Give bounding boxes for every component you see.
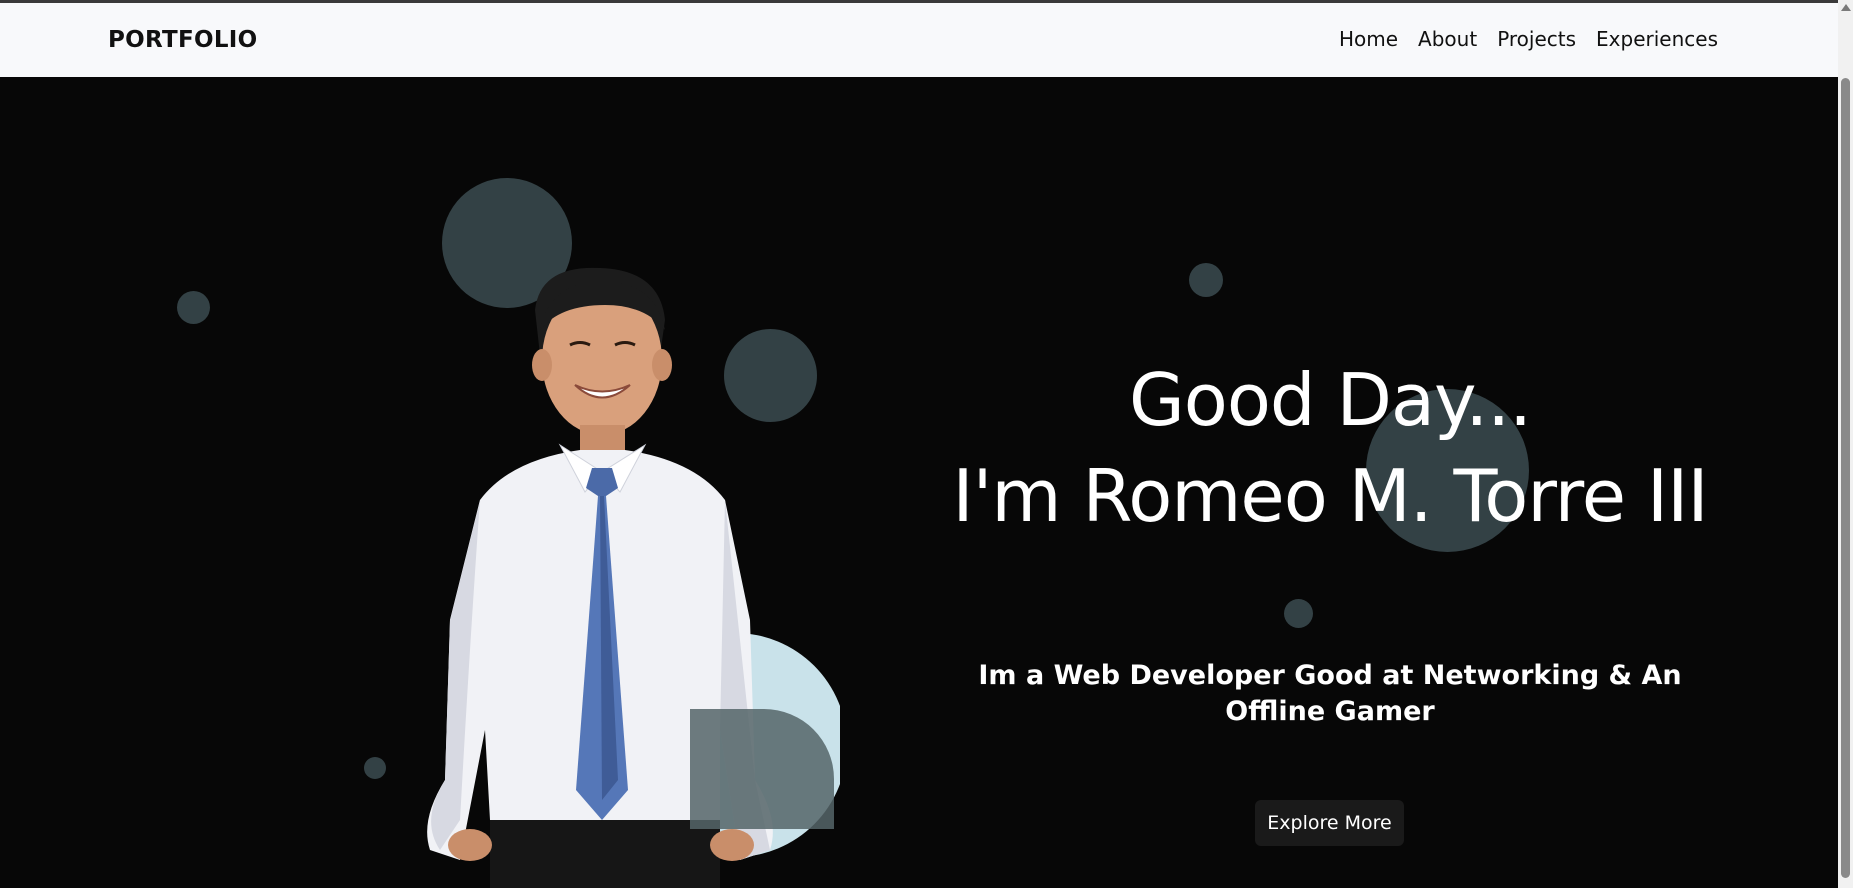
nav-link-home[interactable]: Home xyxy=(1339,27,1398,51)
decor-bubble xyxy=(1284,599,1313,628)
nav-link-projects[interactable]: Projects xyxy=(1497,27,1576,51)
hero-section: Good Day... I'm Romeo M. Torre III Im a … xyxy=(0,77,1838,888)
vertical-scrollbar[interactable] xyxy=(1838,0,1853,888)
decor-bubble xyxy=(177,291,210,324)
hero-greeting: Good Day... xyxy=(1128,358,1532,442)
explore-more-button[interactable]: Explore More xyxy=(1255,800,1404,846)
navbar: PORTFOLIO Home About Projects Experience… xyxy=(0,3,1838,78)
scroll-up-arrow-icon[interactable] xyxy=(1841,4,1851,11)
scrollbar-thumb[interactable] xyxy=(1841,78,1850,878)
hero-headline: Good Day... I'm Romeo M. Torre III xyxy=(940,352,1720,544)
hero-tagline: Im a Web Developer Good at Networking & … xyxy=(978,660,1682,727)
nav-links: Home About Projects Experiences xyxy=(1339,27,1718,51)
nav-link-about[interactable]: About xyxy=(1418,27,1477,51)
brand-logo-text[interactable]: PORTFOLIO xyxy=(108,27,258,53)
page: PORTFOLIO Home About Projects Experience… xyxy=(0,0,1853,888)
nav-link-experiences[interactable]: Experiences xyxy=(1596,27,1718,51)
decor-bubble xyxy=(1189,263,1223,297)
hero-name: I'm Romeo M. Torre III xyxy=(952,454,1708,538)
